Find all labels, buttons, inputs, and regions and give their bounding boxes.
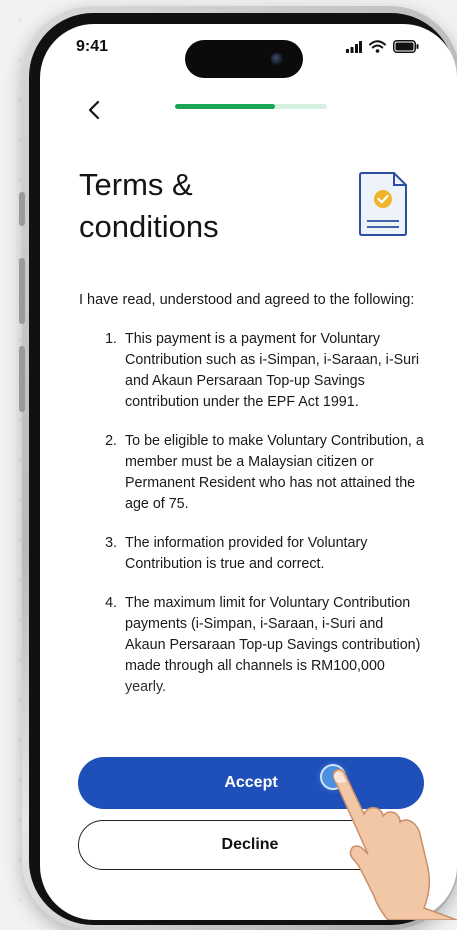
camera-icon <box>271 53 283 65</box>
wifi-icon <box>369 40 386 53</box>
term-text: This payment is a payment for Voluntary … <box>125 331 420 410</box>
chevron-left-icon <box>88 100 100 120</box>
status-icons <box>346 40 419 53</box>
term-item: 1. This payment is a payment for Volunta… <box>79 329 424 413</box>
term-number: 1. <box>105 331 117 347</box>
progress-bar-fill <box>175 104 276 109</box>
page-title: Terms & conditions <box>79 167 219 244</box>
phone-volume-up-button <box>19 258 25 324</box>
term-text: To be eligible to make Voluntary Contrib… <box>125 433 424 512</box>
document-check-icon <box>359 172 407 236</box>
term-number: 4. <box>105 595 117 611</box>
status-time: 9:41 <box>76 38 109 55</box>
progress-bar <box>175 104 327 109</box>
dynamic-island <box>185 40 303 78</box>
term-item: 2. To be eligible to make Voluntary Cont… <box>79 431 424 515</box>
phone-action-button <box>19 192 25 226</box>
battery-icon <box>393 40 419 53</box>
pointing-hand-icon <box>332 768 457 920</box>
terms-content[interactable]: I have read, understood and agreed to th… <box>79 290 424 760</box>
back-button[interactable] <box>80 96 108 124</box>
term-item: 3. The information provided for Voluntar… <box>79 533 424 575</box>
term-text: The maximum limit for Voluntary Contribu… <box>125 595 421 695</box>
signal-icon <box>346 40 362 53</box>
phone-volume-down-button <box>19 346 25 412</box>
terms-intro: I have read, understood and agreed to th… <box>79 292 415 308</box>
terms-list: 1. This payment is a payment for Volunta… <box>79 329 424 698</box>
term-item: 4. The maximum limit for Voluntary Contr… <box>79 593 424 698</box>
term-text: The information provided for Voluntary C… <box>125 535 368 572</box>
term-number: 2. <box>105 433 117 449</box>
term-number: 3. <box>105 535 117 551</box>
